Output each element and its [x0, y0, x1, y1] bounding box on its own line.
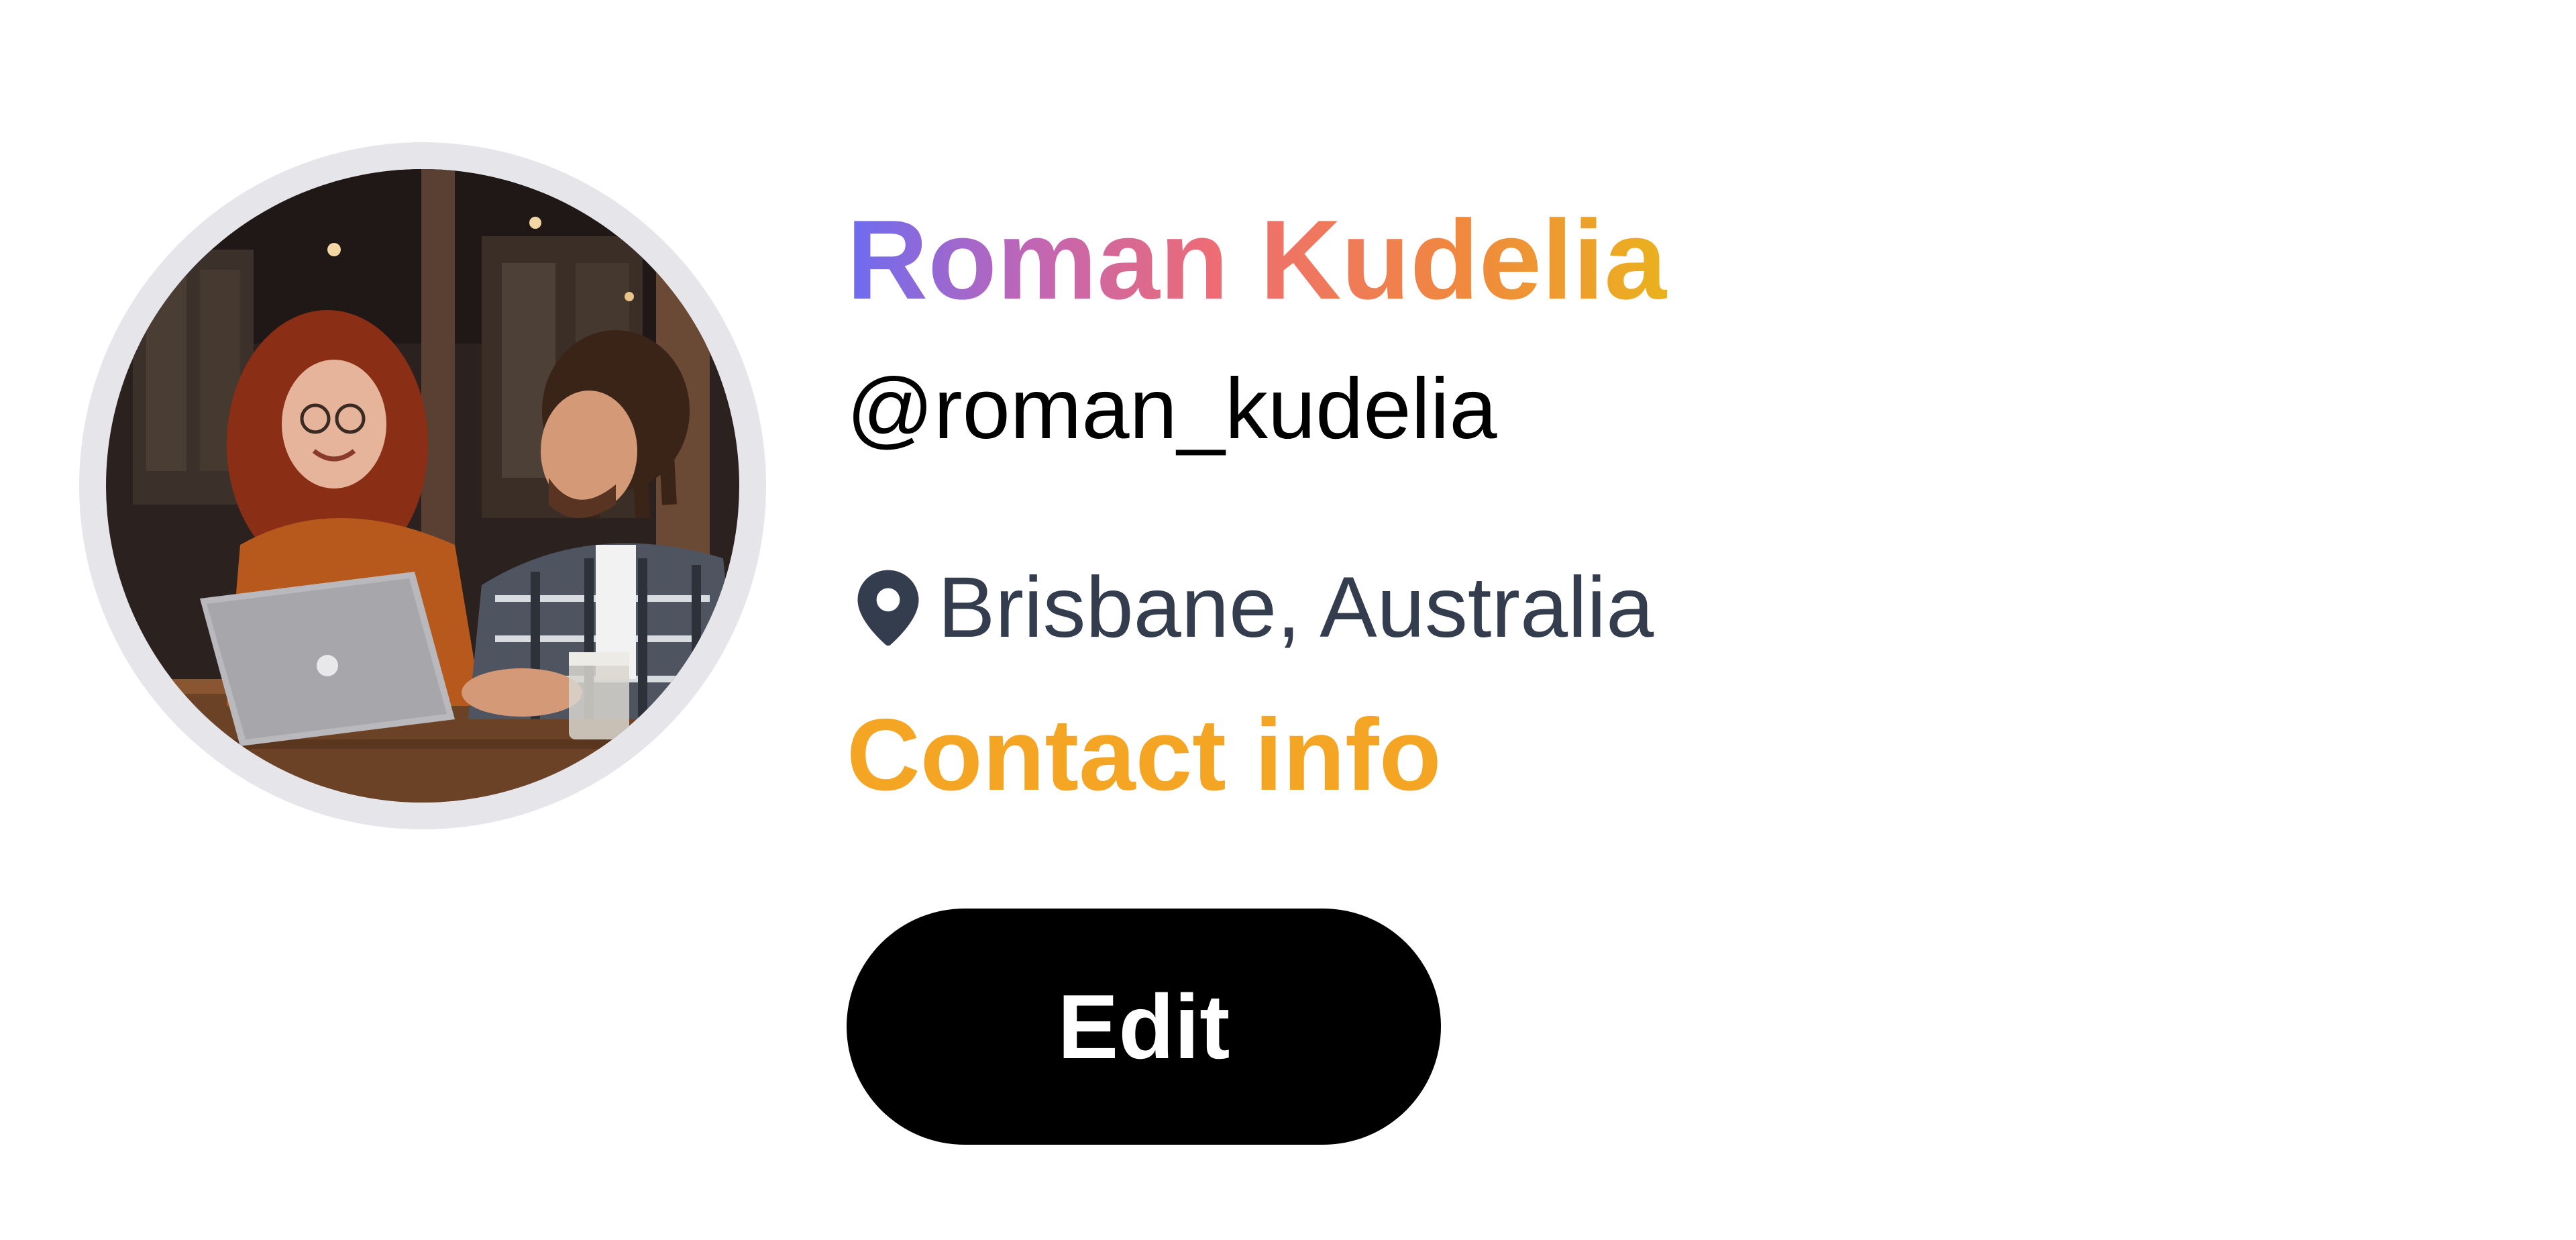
profile-name: Roman Kudelia [847, 189, 1667, 330]
profile-handle: @roman_kudelia [847, 361, 1497, 457]
avatar[interactable] [106, 169, 739, 803]
map-pin-icon [857, 570, 919, 646]
location-text: Brisbane, Australia [938, 560, 1654, 656]
edit-button[interactable]: Edit [847, 909, 1441, 1145]
avatar-photo [106, 169, 739, 803]
profile-location: Brisbane, Australia [853, 554, 1654, 662]
edit-button-label: Edit [1057, 976, 1230, 1078]
contact-info-link[interactable]: Contact info [847, 694, 1442, 815]
